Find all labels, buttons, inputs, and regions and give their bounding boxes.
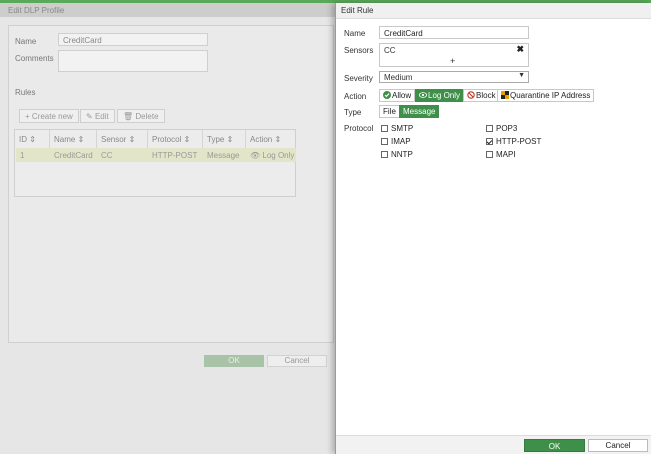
column-header-sensor[interactable]: Sensor ⇕ — [97, 130, 148, 148]
column-header-name[interactable]: Name ⇕ — [50, 130, 97, 148]
pencil-icon: ✎ — [86, 112, 95, 121]
row-name: CreditCard — [54, 151, 93, 160]
type-file-button[interactable]: File — [379, 105, 400, 118]
protocol-imap-checkbox[interactable]: IMAP — [381, 137, 411, 146]
rule-name-input[interactable]: CreditCard — [379, 26, 529, 39]
severity-select[interactable]: Medium ▼ — [379, 71, 529, 83]
type-message-button[interactable]: Message — [399, 105, 440, 118]
severity-label: Severity — [344, 74, 373, 83]
sensors-label: Sensors — [344, 46, 374, 55]
column-header-id[interactable]: ID ⇕ — [15, 130, 50, 148]
quarantine-label: Quarantine IP Address — [510, 91, 591, 100]
edit-label: Edit — [94, 112, 109, 121]
sensors-field[interactable]: CC ✖ + — [379, 43, 529, 67]
row-action: 👁 Log Only — [250, 151, 295, 160]
eye-icon — [419, 92, 427, 98]
quarantine-icon — [501, 91, 509, 99]
block-icon — [467, 91, 475, 99]
add-sensor-icon[interactable]: + — [450, 56, 455, 66]
edit-rule-panel: Edit Rule Name CreditCard Sensors CC ✖ +… — [335, 3, 651, 454]
action-block-button[interactable]: Block — [463, 89, 500, 102]
caret-down-icon: ▼ — [518, 72, 525, 79]
cancel-button[interactable]: Cancel — [588, 439, 648, 452]
profile-name-input[interactable]: CreditCard — [58, 33, 208, 46]
comments-label: Comments — [15, 54, 54, 63]
edit-button[interactable]: ✎ Edit — [80, 109, 115, 123]
ok-button[interactable]: OK — [524, 439, 585, 452]
protocol-http-post-checkbox[interactable]: HTTP-POST — [486, 137, 541, 146]
column-header-action[interactable]: Action ⇕ — [246, 130, 297, 148]
panel-footer: OK Cancel — [336, 435, 651, 454]
sensor-chip-cc: CC — [384, 46, 396, 55]
eye-icon: 👁 — [250, 151, 263, 160]
name-label: Name — [344, 29, 366, 38]
action-allow-button[interactable]: Allow — [379, 89, 416, 102]
type-label: Type — [344, 108, 362, 117]
row-sensor: CC — [101, 151, 113, 160]
protocol-nntp-checkbox[interactable]: NNTP — [381, 150, 413, 159]
protocol-mapi-checkbox[interactable]: MAPI — [486, 150, 516, 159]
severity-value: Medium — [384, 73, 413, 82]
check-circle-icon — [383, 91, 391, 99]
protocol-smtp-checkbox[interactable]: SMTP — [381, 124, 413, 133]
name-label: Name — [15, 37, 37, 46]
rules-table: ID ⇕ Name ⇕ Sensor ⇕ Protocol ⇕ Type ⇕ A… — [14, 129, 296, 197]
column-header-type[interactable]: Type ⇕ — [203, 130, 246, 148]
row-type: Message — [207, 151, 240, 160]
log-only-label: Log Only — [428, 91, 461, 100]
allow-label: Allow — [392, 91, 412, 100]
action-label: Action — [344, 92, 367, 101]
create-new-label: Create new — [31, 112, 73, 121]
delete-button[interactable]: 🗑 Delete — [117, 109, 165, 123]
dialog-title: Edit DLP Profile — [0, 3, 336, 17]
protocol-label: Protocol — [344, 124, 374, 133]
protocol-pop3-checkbox[interactable]: POP3 — [486, 124, 517, 133]
delete-label: Delete — [135, 112, 159, 121]
profile-cancel-button[interactable]: Cancel — [267, 355, 327, 367]
action-log-only-button[interactable]: Log Only — [415, 89, 465, 102]
comments-textarea[interactable] — [58, 50, 208, 72]
action-quarantine-button[interactable]: Quarantine IP Address — [497, 89, 595, 102]
create-new-button[interactable]: + Create new — [19, 109, 79, 123]
plus-icon: + — [25, 112, 32, 121]
rules-label: Rules — [15, 88, 36, 97]
remove-sensor-icon[interactable]: ✖ — [516, 44, 524, 55]
profile-ok-button[interactable]: OK — [204, 355, 264, 367]
row-protocol: HTTP-POST — [152, 151, 198, 160]
row-id: 1 — [20, 151, 25, 160]
edit-dlp-profile-dialog: Edit DLP Profile Name CreditCard Comment… — [0, 3, 336, 454]
column-header-protocol[interactable]: Protocol ⇕ — [148, 130, 203, 148]
trash-icon: 🗑 — [123, 112, 136, 121]
panel-title: Edit Rule — [336, 3, 651, 19]
block-label: Block — [476, 91, 496, 100]
